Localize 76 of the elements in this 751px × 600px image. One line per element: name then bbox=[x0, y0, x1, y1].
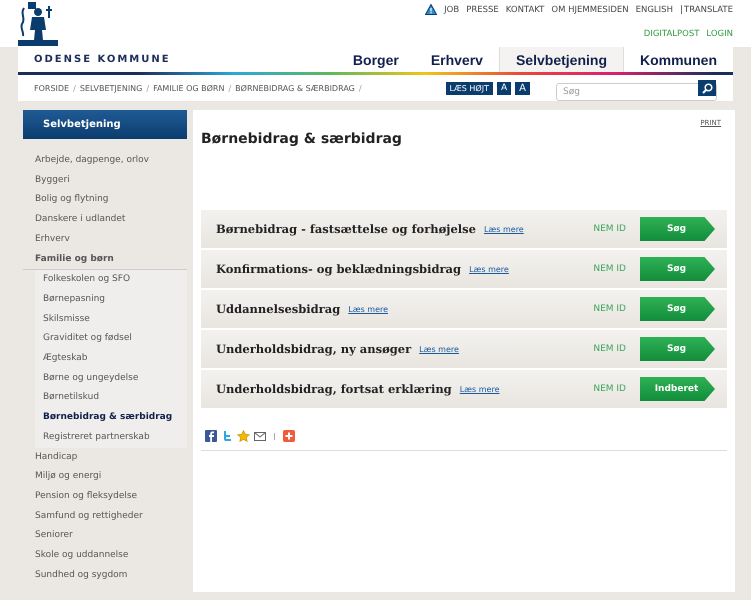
top-link[interactable]: KONTAKT bbox=[506, 4, 544, 14]
account-link[interactable]: DIGITALPOST bbox=[644, 29, 700, 39]
sidebar-subitem[interactable]: Børnetilskud bbox=[35, 388, 187, 408]
breadcrumb-separator: / bbox=[358, 84, 362, 92]
facebook-icon[interactable] bbox=[205, 430, 217, 442]
warning-icon[interactable] bbox=[425, 4, 438, 15]
sidebar-subitem[interactable]: Børne og ungeydelse bbox=[35, 368, 187, 388]
account-link[interactable]: LOGIN bbox=[706, 29, 733, 39]
read-aloud-button[interactable]: LÆS HØJT bbox=[446, 82, 493, 94]
breadcrumb-link[interactable]: SELVBETJENING bbox=[80, 84, 142, 92]
site-name[interactable]: ODENSE KOMMUNE bbox=[34, 54, 171, 65]
breadcrumb-link[interactable]: BØRNEBIDRAG & SÆRBIDRAG bbox=[235, 84, 355, 92]
sidebar-item[interactable]: Seniorer bbox=[23, 526, 187, 546]
font-size-button[interactable]: A bbox=[515, 82, 530, 94]
login-label: NEM ID bbox=[593, 304, 626, 314]
read-more-link[interactable]: Læs mere bbox=[469, 264, 509, 274]
action-button[interactable]: Indberet bbox=[640, 377, 715, 401]
top-link[interactable]: TRANSLATE bbox=[684, 4, 733, 14]
sidebar-item[interactable]: Samfund og rettigheder bbox=[23, 506, 187, 526]
font-size-button[interactable]: A bbox=[496, 82, 512, 94]
sidebar-item[interactable]: Sundhed og sygdom bbox=[23, 566, 187, 586]
sidebar-item[interactable]: Danskere i udlandet bbox=[23, 210, 187, 230]
service-title: Børnebidrag - fastsættelse og forhøjelse bbox=[216, 222, 476, 236]
sidebar-item[interactable]: Skole og uddannelse bbox=[23, 546, 187, 566]
sidebar-item[interactable]: Handicap bbox=[23, 448, 187, 468]
sidebar-subitem[interactable]: Skilsmisse bbox=[35, 310, 187, 330]
search-icon bbox=[702, 82, 712, 94]
sidebar-item[interactable]: Arbejde, dagpenge, orlov bbox=[23, 151, 187, 171]
read-more-link[interactable]: Læs mere bbox=[419, 344, 459, 354]
login-label: NEM ID bbox=[593, 264, 626, 274]
top-link[interactable]: OM HJEMMESIDEN bbox=[551, 4, 629, 14]
bird-icon[interactable] bbox=[221, 430, 233, 442]
search-field[interactable]: Søg bbox=[556, 83, 717, 101]
breadcrumb-separator: / bbox=[73, 84, 76, 92]
sidebar-subitem[interactable]: Ægteskab bbox=[35, 349, 187, 369]
sidebar-subitem[interactable]: Børnepasning bbox=[35, 290, 187, 310]
sidebar-subitem[interactable]: Graviditet og fødsel bbox=[35, 329, 187, 350]
sidebar-item[interactable]: Bolig og flytning bbox=[23, 190, 187, 210]
envelope-icon[interactable] bbox=[254, 432, 266, 440]
service-title: Konfirmations- og beklædningsbidrag bbox=[216, 262, 462, 276]
sidebar-subitem[interactable]: Folkeskolen og SFO bbox=[35, 270, 187, 290]
read-more-link[interactable]: Læs mere bbox=[348, 304, 388, 314]
logo-figure-drawing[interactable] bbox=[18, 0, 58, 46]
action-button[interactable]: Søg bbox=[640, 217, 715, 241]
page-title: Børnebidrag & særbidrag bbox=[201, 131, 403, 147]
service-title: Underholdsbidrag, fortsat erklæring bbox=[216, 382, 452, 396]
read-more-link[interactable]: Læs mere bbox=[460, 384, 500, 394]
breadcrumb-separator: / bbox=[146, 84, 150, 92]
search-button[interactable] bbox=[698, 80, 716, 96]
login-label: NEM ID bbox=[593, 344, 626, 354]
service-title: Underholdsbidrag, ny ansøger bbox=[216, 342, 412, 356]
action-button[interactable]: Søg bbox=[640, 297, 715, 321]
action-button[interactable]: Søg bbox=[640, 337, 715, 361]
breadcrumb-link[interactable]: FAMILIE OG BØRN bbox=[153, 84, 224, 92]
plus-icon[interactable] bbox=[283, 430, 295, 442]
top-link[interactable]: ENGLISH bbox=[636, 4, 673, 14]
sidebar-subitem[interactable]: Børnebidrag & særbidrag bbox=[35, 408, 187, 428]
sidebar-item[interactable]: Erhverv bbox=[23, 230, 187, 250]
sidebar-subitem[interactable]: Registreret partnerskab bbox=[35, 428, 187, 448]
separator bbox=[274, 432, 275, 440]
breadcrumb-link[interactable]: FORSIDE bbox=[34, 84, 70, 92]
nav-tab[interactable]: Selvbetjening bbox=[498, 47, 624, 72]
sidebar-item[interactable]: Byggeri bbox=[23, 170, 187, 190]
top-link[interactable]: JOB bbox=[444, 4, 460, 14]
sidebar-item[interactable]: Pension og fleksydelse bbox=[23, 486, 187, 507]
read-more-link[interactable]: Læs mere bbox=[484, 224, 524, 234]
star-icon[interactable] bbox=[237, 430, 250, 442]
action-button[interactable]: Søg bbox=[640, 257, 715, 281]
login-label: NEM ID bbox=[593, 224, 626, 234]
sidebar-title[interactable]: Selvbetjening bbox=[23, 110, 187, 139]
top-link[interactable]: PRESSE bbox=[466, 4, 499, 14]
link-separator: | bbox=[680, 4, 684, 14]
breadcrumb-separator: / bbox=[228, 84, 232, 92]
sidebar-item[interactable]: Miljø og energi bbox=[23, 467, 187, 487]
login-label: NEM ID bbox=[593, 384, 626, 394]
service-title: Uddannelsesbidrag bbox=[216, 302, 340, 316]
